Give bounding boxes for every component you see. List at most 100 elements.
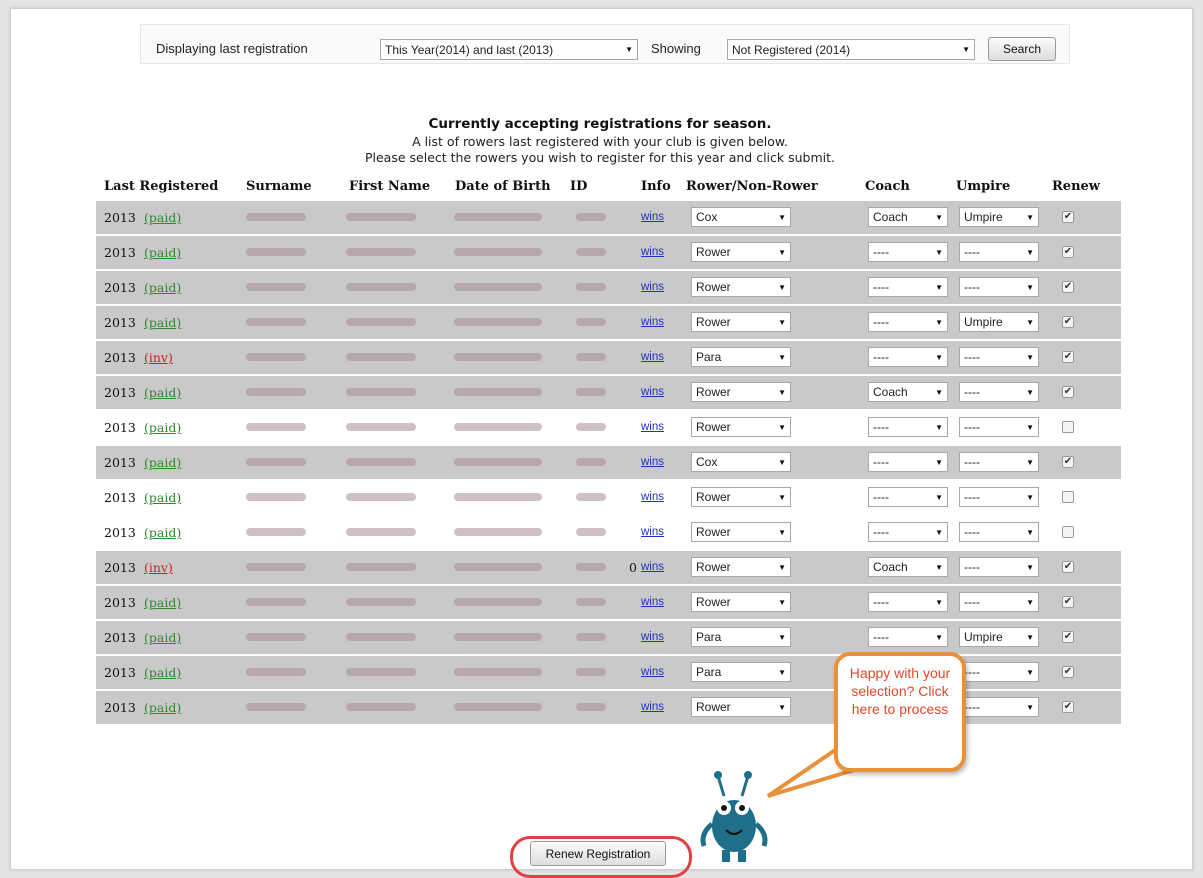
payment-status-link[interactable]: (paid) xyxy=(144,490,181,505)
coach-select[interactable]: ---- ▼ xyxy=(868,627,948,647)
renew-checkbox[interactable]: ✔ xyxy=(1062,561,1074,573)
renew-checkbox[interactable] xyxy=(1062,421,1074,433)
column-header: ID xyxy=(570,179,588,194)
wins-link[interactable]: wins xyxy=(641,561,664,573)
umpire-select[interactable]: ---- ▼ xyxy=(959,487,1039,507)
search-button[interactable]: Search xyxy=(988,37,1056,61)
payment-status-link[interactable]: (inv) xyxy=(144,350,173,365)
umpire-select[interactable]: ---- ▼ xyxy=(959,697,1039,717)
table-row: 2013 (inv) wins Para ▼ ---- ▼ ---- ▼ ✔ xyxy=(96,341,1121,374)
wins-link[interactable]: wins xyxy=(641,211,664,223)
wins-link[interactable]: wins xyxy=(641,316,664,328)
coach-select[interactable]: ---- ▼ xyxy=(868,242,948,262)
umpire-select[interactable]: Umpire ▼ xyxy=(959,207,1039,227)
wins-link[interactable]: wins xyxy=(641,351,664,363)
umpire-select[interactable]: ---- ▼ xyxy=(959,242,1039,262)
table-row: 2013(paid)winsPara▼----▼----▼✔ xyxy=(96,656,1121,689)
role-select[interactable]: Rower ▼ xyxy=(691,382,791,402)
role-select[interactable]: Rower ▼ xyxy=(691,242,791,262)
umpire-select[interactable]: ---- ▼ xyxy=(959,417,1039,437)
coach-select[interactable]: ---- ▼ xyxy=(868,522,948,542)
showing-select[interactable]: Not Registered (2014) ▼ xyxy=(727,39,975,60)
wins-link[interactable]: wins xyxy=(641,596,664,608)
coach-select[interactable]: ---- ▼ xyxy=(868,452,948,472)
coach-select[interactable]: ---- ▼ xyxy=(868,347,948,367)
coach-select[interactable]: Coach ▼ xyxy=(868,207,948,227)
payment-status-link[interactable]: (paid) xyxy=(144,525,181,540)
wins-link[interactable]: wins xyxy=(641,421,664,433)
renew-checkbox[interactable]: ✔ xyxy=(1062,351,1074,363)
payment-status-link[interactable]: (paid) xyxy=(144,700,181,715)
payment-status-link[interactable]: (paid) xyxy=(144,455,181,470)
payment-status-link[interactable]: (inv) xyxy=(144,560,173,575)
renew-checkbox[interactable]: ✔ xyxy=(1062,701,1074,713)
umpire-select[interactable]: ---- ▼ xyxy=(959,557,1039,577)
umpire-select[interactable]: ---- ▼ xyxy=(959,382,1039,402)
umpire-select[interactable]: Umpire ▼ xyxy=(959,312,1039,332)
renew-checkbox[interactable]: ✔ xyxy=(1062,281,1074,293)
payment-status-link[interactable]: (paid) xyxy=(144,420,181,435)
coach-select-value: Coach xyxy=(873,560,908,574)
wins-link[interactable]: wins xyxy=(641,526,664,538)
role-select[interactable]: Rower ▼ xyxy=(691,592,791,612)
payment-status-link[interactable]: (paid) xyxy=(144,280,181,295)
renew-checkbox[interactable]: ✔ xyxy=(1062,631,1074,643)
role-select[interactable]: Para ▼ xyxy=(691,627,791,647)
wins-link[interactable]: wins xyxy=(641,491,664,503)
renew-checkbox[interactable] xyxy=(1062,491,1074,503)
table-row: 2013 (paid) wins Rower ▼ ---- ▼ ---- ▼ ✔ xyxy=(96,271,1121,304)
renew-checkbox[interactable] xyxy=(1062,526,1074,538)
umpire-select[interactable]: ---- ▼ xyxy=(959,522,1039,542)
renew-checkbox[interactable]: ✔ xyxy=(1062,666,1074,678)
payment-status-link[interactable]: (paid) xyxy=(144,595,181,610)
payment-status-link[interactable]: (paid) xyxy=(144,315,181,330)
role-select[interactable]: Para ▼ xyxy=(691,347,791,367)
payment-status-link[interactable]: (paid) xyxy=(144,665,181,680)
role-select[interactable]: Cox ▼ xyxy=(691,452,791,472)
redacted-field xyxy=(454,283,542,291)
umpire-select[interactable]: ---- ▼ xyxy=(959,662,1039,682)
role-select[interactable]: Rower ▼ xyxy=(691,487,791,507)
renew-checkbox[interactable]: ✔ xyxy=(1062,596,1074,608)
role-select[interactable]: Rower ▼ xyxy=(691,277,791,297)
wins-link[interactable]: wins xyxy=(641,246,664,258)
renew-checkbox[interactable]: ✔ xyxy=(1062,316,1074,328)
role-select[interactable]: Rower ▼ xyxy=(691,557,791,577)
umpire-select[interactable]: ---- ▼ xyxy=(959,452,1039,472)
coach-select[interactable]: ---- ▼ xyxy=(868,592,948,612)
payment-status-link[interactable]: (paid) xyxy=(144,630,181,645)
umpire-select[interactable]: ---- ▼ xyxy=(959,347,1039,367)
wins-link[interactable]: wins xyxy=(641,281,664,293)
role-select[interactable]: Rower ▼ xyxy=(691,417,791,437)
renew-checkbox[interactable]: ✔ xyxy=(1062,211,1074,223)
role-select[interactable]: Rower ▼ xyxy=(691,312,791,332)
payment-status-link[interactable]: (paid) xyxy=(144,385,181,400)
umpire-select[interactable]: ---- ▼ xyxy=(959,277,1039,297)
table-row: 2013 (paid) wins Para ▼ ---- ▼ Umpire ▼ ✔ xyxy=(96,621,1121,654)
display-select[interactable]: This Year(2014) and last (2013) ▼ xyxy=(380,39,638,60)
role-select[interactable]: Cox ▼ xyxy=(691,207,791,227)
umpire-select[interactable]: ---- ▼ xyxy=(959,592,1039,612)
renew-checkbox[interactable]: ✔ xyxy=(1062,456,1074,468)
coach-select[interactable]: ---- ▼ xyxy=(868,417,948,437)
wins-link[interactable]: wins xyxy=(641,386,664,398)
coach-select[interactable]: ---- ▼ xyxy=(868,487,948,507)
wins-link[interactable]: wins xyxy=(641,631,664,643)
role-select[interactable]: Rower ▼ xyxy=(691,697,791,717)
wins-link[interactable]: wins xyxy=(641,701,664,713)
coach-select[interactable]: Coach ▼ xyxy=(868,382,948,402)
renew-checkbox[interactable]: ✔ xyxy=(1062,386,1074,398)
coach-select-value: ---- xyxy=(873,420,889,434)
payment-status-link[interactable]: (paid) xyxy=(144,210,181,225)
coach-select[interactable]: ---- ▼ xyxy=(868,312,948,332)
wins-link[interactable]: wins xyxy=(641,666,664,678)
role-select[interactable]: Para ▼ xyxy=(691,662,791,682)
renew-registration-button[interactable]: Renew Registration xyxy=(530,841,666,866)
coach-select[interactable]: Coach ▼ xyxy=(868,557,948,577)
umpire-select[interactable]: Umpire ▼ xyxy=(959,627,1039,647)
wins-link[interactable]: wins xyxy=(641,456,664,468)
role-select[interactable]: Rower ▼ xyxy=(691,522,791,542)
coach-select[interactable]: ---- ▼ xyxy=(868,277,948,297)
renew-checkbox[interactable]: ✔ xyxy=(1062,246,1074,258)
payment-status-link[interactable]: (paid) xyxy=(144,245,181,260)
